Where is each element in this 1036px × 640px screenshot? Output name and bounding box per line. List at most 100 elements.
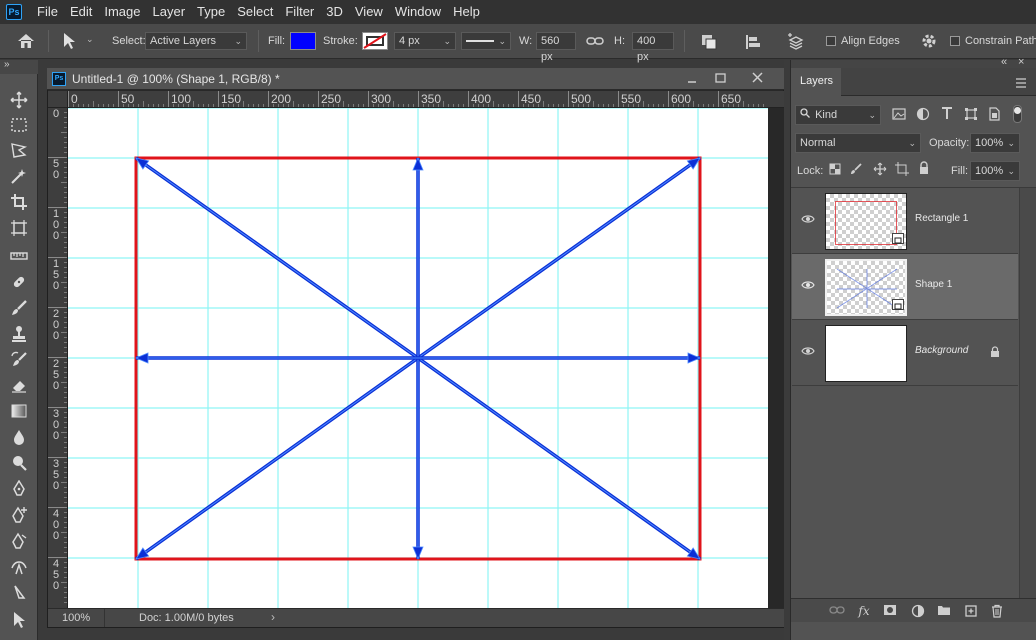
menu-filter[interactable]: Filter	[279, 0, 320, 24]
panel-menu-icon[interactable]	[1015, 77, 1027, 88]
brush-tool-icon[interactable]	[9, 298, 29, 318]
ruler-minor-tick	[61, 482, 67, 483]
new-adjustment-layer-icon[interactable]	[910, 604, 926, 618]
layer-name[interactable]: Rectangle 1	[915, 213, 968, 224]
blur-tool-icon[interactable]	[9, 427, 29, 447]
close-icon[interactable]	[749, 70, 767, 86]
layers-tab[interactable]: Layers	[791, 68, 841, 96]
layers-scrollbar[interactable]	[1019, 188, 1036, 598]
close-panel-icon[interactable]: ×	[1018, 56, 1024, 68]
new-group-folder-icon[interactable]	[936, 604, 952, 618]
chevron-right-icon[interactable]: ›	[271, 610, 275, 624]
adjustment-filter-icon[interactable]	[916, 107, 930, 121]
ruler-minor-tick	[64, 592, 67, 593]
select-dropdown[interactable]: Active Layers ⌄	[145, 32, 247, 50]
eraser-tool-icon[interactable]	[9, 375, 29, 395]
path-selection-tool-icon[interactable]	[62, 32, 80, 50]
lock-all-icon[interactable]	[918, 161, 930, 175]
history-brush-tool-icon[interactable]	[9, 350, 29, 370]
opacity-field[interactable]: 100% ⌄	[970, 133, 1020, 153]
layer-style-fx-icon[interactable]: fx	[856, 604, 872, 618]
menu-select[interactable]: Select	[231, 0, 279, 24]
maximize-icon[interactable]	[711, 72, 729, 86]
canvas-area[interactable]	[68, 107, 784, 608]
menu-file[interactable]: File	[31, 0, 64, 24]
width-field[interactable]: 560 px	[536, 32, 576, 63]
visibility-eye-icon[interactable]	[801, 278, 815, 292]
height-field[interactable]: 400 px	[632, 32, 674, 63]
type-filter-icon[interactable]	[940, 106, 954, 120]
constrain-path-checkbox[interactable]	[950, 36, 960, 46]
marquee-tool-icon[interactable]	[9, 115, 29, 135]
add-mask-icon[interactable]	[882, 604, 898, 618]
path-arrangement-icon[interactable]	[786, 32, 806, 52]
direct-selection-tool-icon[interactable]	[9, 610, 29, 630]
menu-type[interactable]: Type	[191, 0, 231, 24]
add-anchor-point-tool-icon[interactable]	[9, 505, 29, 525]
menu-help[interactable]: Help	[447, 0, 486, 24]
collapse-panel-icon[interactable]: «	[1001, 56, 1007, 68]
path-operations-icon[interactable]	[700, 33, 718, 51]
layer-row-background[interactable]: Background	[792, 320, 1018, 386]
menu-window[interactable]: Window	[389, 0, 447, 24]
ruler-minor-tick	[64, 467, 67, 468]
link-layers-icon[interactable]	[829, 604, 845, 618]
pen-tool-icon[interactable]	[9, 479, 29, 499]
path-alignment-icon[interactable]	[744, 33, 762, 51]
blend-mode-dropdown[interactable]: Normal ⌄	[795, 133, 921, 153]
shape-filter-icon[interactable]	[964, 107, 978, 121]
new-layer-icon[interactable]	[963, 604, 979, 618]
gradient-tool-icon[interactable]	[9, 401, 29, 421]
lock-image-pixels-icon[interactable]	[850, 163, 862, 175]
layer-name[interactable]: Shape 1	[915, 279, 952, 290]
move-tool-icon[interactable]	[9, 90, 29, 110]
ruler-tool-icon[interactable]	[9, 246, 29, 266]
stroke-width-field[interactable]: 4 px ⌄	[394, 32, 456, 50]
align-edges-checkbox[interactable]	[826, 36, 836, 46]
menu-edit[interactable]: Edit	[64, 0, 98, 24]
link-dimensions-icon[interactable]	[586, 34, 604, 48]
fill-color-swatch[interactable]	[290, 32, 316, 50]
convert-point-tool-icon[interactable]	[9, 557, 29, 577]
healing-brush-tool-icon[interactable]	[9, 272, 29, 292]
menu-layer[interactable]: Layer	[147, 0, 192, 24]
minimize-icon[interactable]	[683, 72, 701, 86]
kind-filter-dropdown[interactable]: Kind ⌄	[795, 105, 881, 125]
gear-icon[interactable]	[920, 32, 938, 50]
menu-image[interactable]: Image	[98, 0, 146, 24]
menu-view[interactable]: View	[349, 0, 389, 24]
filter-toggle[interactable]	[1013, 105, 1022, 123]
layer-name[interactable]: Background	[915, 345, 968, 356]
ruler-tick	[268, 91, 269, 107]
canvas-artwork[interactable]	[68, 107, 784, 608]
ruler-minor-tick	[133, 104, 134, 107]
layer-row-rectangle-1[interactable]: Rectangle 1	[792, 188, 1018, 254]
lock-transparent-pixels-icon[interactable]	[829, 163, 841, 175]
lock-artboard-icon[interactable]	[895, 162, 909, 176]
ruler-minor-tick	[398, 104, 399, 107]
delete-layer-trash-icon[interactable]	[989, 604, 1005, 618]
document-tab[interactable]: Ps Untitled-1 @ 100% (Shape 1, RGB/8) *	[47, 68, 784, 90]
tool-preset-chevron-icon[interactable]: ⌄	[86, 34, 94, 45]
menu-3d[interactable]: 3D	[320, 0, 349, 24]
zoom-level[interactable]: 100%	[62, 612, 90, 624]
frame-tool-icon[interactable]	[9, 218, 29, 238]
stroke-type-dropdown[interactable]: ⌄	[461, 32, 511, 50]
visibility-eye-icon[interactable]	[801, 212, 815, 226]
type-tool-icon[interactable]	[9, 531, 29, 551]
ruler-origin[interactable]	[48, 91, 68, 108]
home-icon[interactable]	[16, 32, 38, 52]
dodge-tool-icon[interactable]	[9, 453, 29, 473]
smart-object-filter-icon[interactable]	[987, 107, 1001, 121]
path-selection-tool-icon[interactable]	[9, 583, 29, 603]
crop-tool-icon[interactable]	[9, 192, 29, 212]
layer-row-shape-1[interactable]: Shape 1	[792, 254, 1018, 320]
stroke-color-swatch[interactable]	[362, 32, 388, 50]
lasso-tool-icon[interactable]	[9, 140, 29, 160]
magic-wand-tool-icon[interactable]	[9, 166, 29, 186]
image-filter-icon[interactable]	[892, 107, 906, 121]
visibility-eye-icon[interactable]	[801, 344, 815, 358]
fill-field[interactable]: 100% ⌄	[970, 161, 1020, 181]
clone-stamp-tool-icon[interactable]	[9, 324, 29, 344]
lock-position-icon[interactable]	[873, 162, 887, 176]
